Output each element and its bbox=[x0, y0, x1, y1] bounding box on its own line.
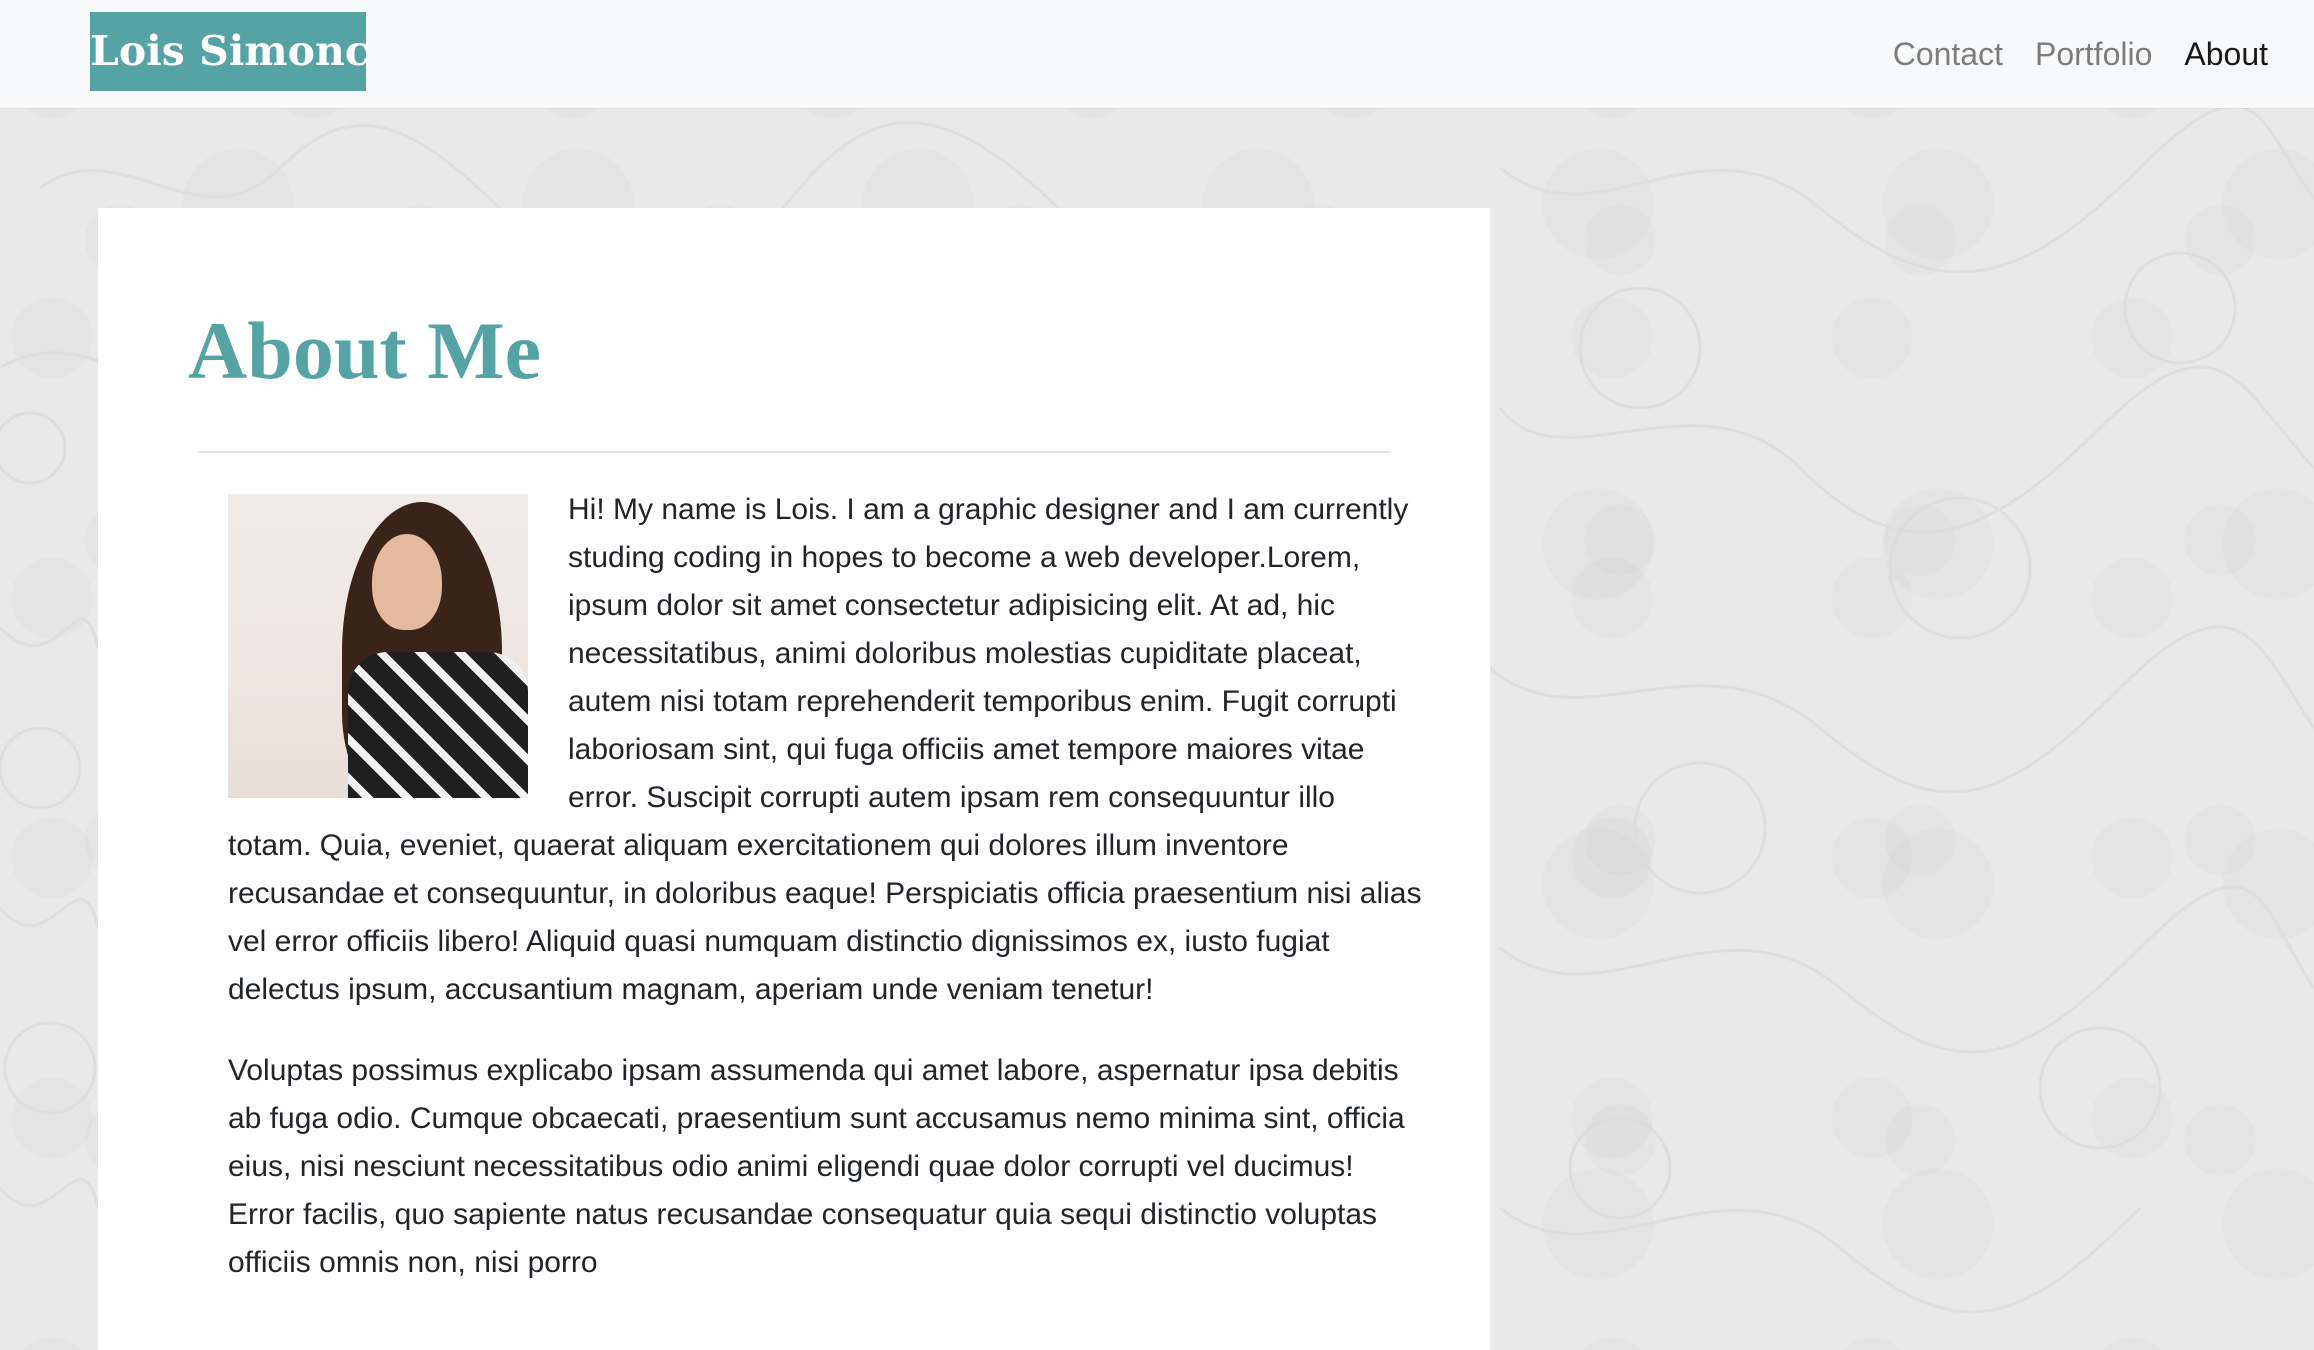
nav-link-contact[interactable]: Contact bbox=[1893, 36, 2003, 73]
about-card: About Me Hi! My name is Lois. I am a gra… bbox=[98, 208, 1490, 1350]
top-navbar: Lois Simonca Contact Portfolio About bbox=[0, 0, 2314, 108]
brand-logo-link[interactable]: Lois Simonca bbox=[90, 12, 366, 91]
nav-links: Contact Portfolio About bbox=[1861, 0, 2268, 108]
profile-photo bbox=[228, 494, 528, 798]
title-divider bbox=[198, 451, 1390, 453]
nav-link-about[interactable]: About bbox=[2184, 36, 2268, 73]
page-title: About Me bbox=[188, 305, 542, 396]
about-content: Hi! My name is Lois. I am a graphic desi… bbox=[228, 486, 1424, 1320]
about-paragraph-2: Voluptas possimus explicabo ipsam assume… bbox=[228, 1054, 1405, 1279]
nav-link-portfolio[interactable]: Portfolio bbox=[2035, 36, 2152, 73]
